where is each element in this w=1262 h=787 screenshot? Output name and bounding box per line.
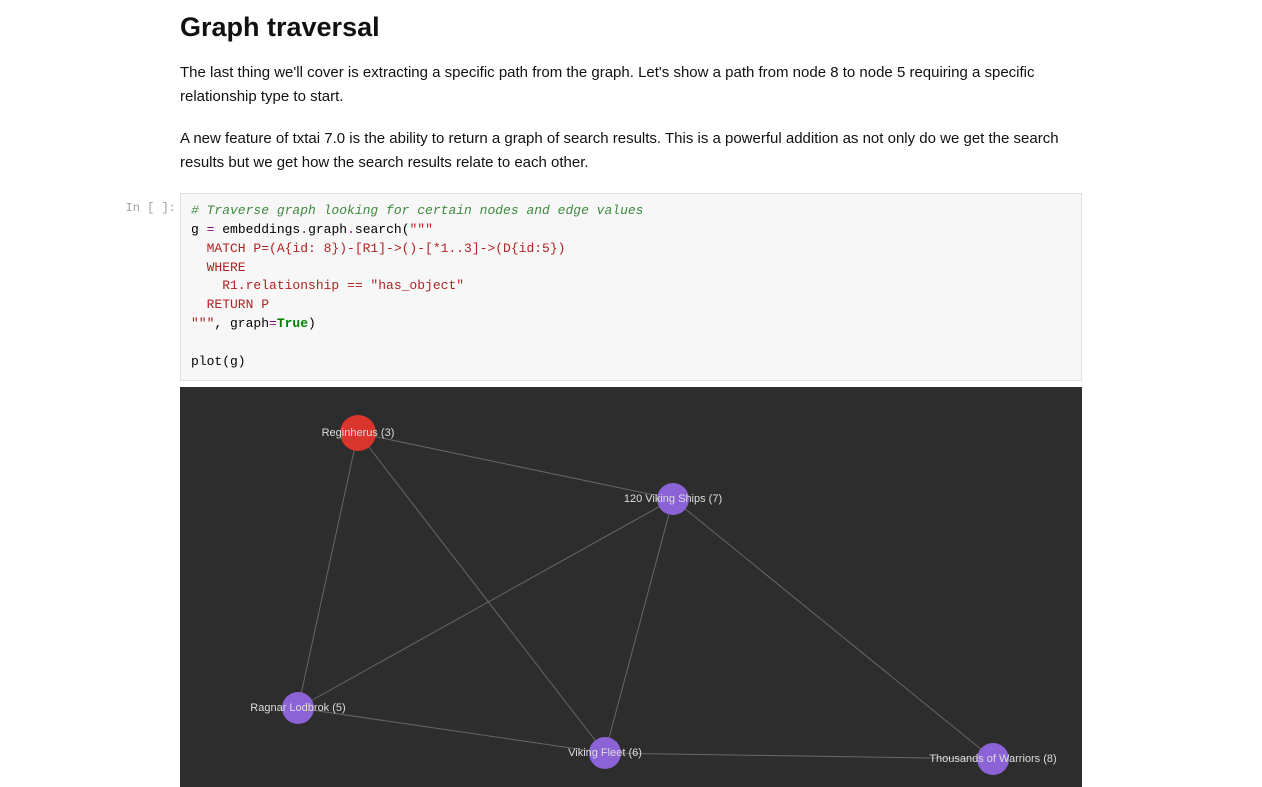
graph-node-label: Thousands of Warriors (8) <box>929 753 1056 765</box>
code-text: ) <box>308 316 316 331</box>
graph-svg: Reginherus (3) 120 Viking Ships (7) Ragnar… <box>180 387 1082 787</box>
paragraph-1: The last thing we'll cover is extracting… <box>180 61 1082 109</box>
graph-node-label: Ragnar Lodbrok (5) <box>250 702 345 714</box>
code-cell-row: In [ ]: # Traverse graph looking for cer… <box>180 193 1082 381</box>
graph-edge <box>358 433 673 499</box>
graph-edge <box>358 433 605 753</box>
code-op: = <box>269 316 277 331</box>
code-op: . <box>347 222 355 237</box>
code-text: g <box>191 222 207 237</box>
section-heading: Graph traversal <box>180 12 1082 43</box>
graph-node-label: Viking Fleet (6) <box>568 747 642 759</box>
code-str: """ <box>410 222 433 237</box>
code-str: """ <box>191 316 214 331</box>
code-text: embeddings <box>214 222 300 237</box>
code-kw: True <box>277 316 308 331</box>
code-str: WHERE <box>191 260 246 275</box>
code-op: . <box>300 222 308 237</box>
graph-edge <box>605 499 673 753</box>
graph-edge <box>298 708 605 753</box>
code-text: plot(g) <box>191 354 246 369</box>
graph-output: Reginherus (3) 120 Viking Ships (7) Ragnar… <box>180 387 1082 787</box>
code-text: graph <box>308 222 347 237</box>
code-str: R1.relationship == "has_object" <box>191 278 464 293</box>
code-str: RETURN P <box>191 297 269 312</box>
code-text: , graph <box>214 316 269 331</box>
graph-edge <box>298 433 358 708</box>
paragraph-2: A new feature of txtai 7.0 is the abilit… <box>180 127 1082 175</box>
graph-edge <box>298 499 673 708</box>
code-cell[interactable]: # Traverse graph looking for certain nod… <box>180 193 1082 381</box>
code-comment: # Traverse graph looking for certain nod… <box>191 203 643 218</box>
code-text: search( <box>355 222 410 237</box>
graph-node-label: 120 Viking Ships (7) <box>624 493 722 505</box>
graph-node-label: Reginherus (3) <box>322 427 395 439</box>
code-str: MATCH P=(A{id: 8})-[R1]->()-[*1..3]->(D{… <box>191 241 565 256</box>
cell-prompt: In [ ]: <box>118 201 176 215</box>
graph-edge <box>673 499 993 759</box>
